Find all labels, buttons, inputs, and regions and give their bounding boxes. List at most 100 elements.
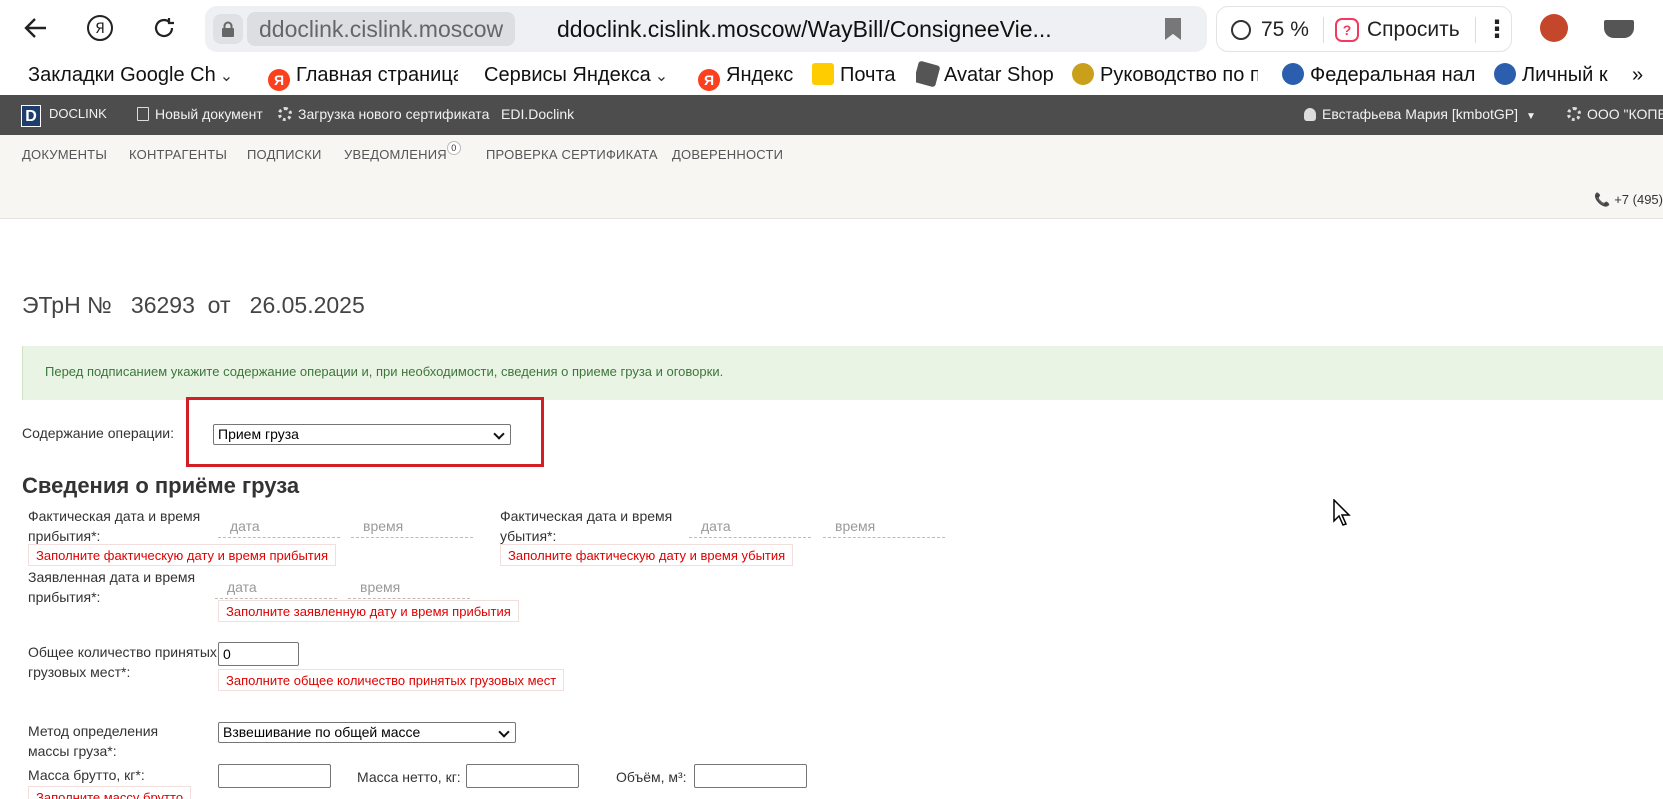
site-header: D DOCLINK Новый документ Загрузка нового… [0,95,1663,135]
lock-icon[interactable] [213,14,243,44]
chevron-down-icon: ⌄ [219,68,234,85]
section-title: Сведения о приёме груза [22,473,300,498]
mass-method-label: Метод определения массы груза*: [28,723,159,759]
yandex-icon: Я [698,69,720,91]
back-arrow-icon[interactable] [18,10,54,46]
bookmark-personal[interactable]: Личный к [1494,56,1636,94]
declared-arrival-error: Заполните заявленную дату и время прибыт… [218,600,519,622]
zoom-level[interactable]: 75 % [1261,7,1309,53]
nav-notifications-label: УВЕДОМЛЕНИЯ [344,147,447,162]
info-alert: Перед подписанием укажите содержание опе… [22,346,1663,400]
actual-departure-error: Заполните фактическую дату и время убыти… [500,544,794,566]
divider [1475,17,1476,43]
svg-text:Я: Я [95,21,105,37]
bookmark-label: Закладки Google Ch [28,64,216,86]
declared-arrival-date-input[interactable]: дата [215,577,337,599]
nav-documents[interactable]: ДОКУМЕНТЫ [22,147,107,162]
mass-method-select-value: Взвешивание по общей массе [223,724,421,740]
declared-arrival-time-input[interactable]: время [348,577,470,599]
caret-down-icon: ▼ [1526,111,1536,122]
user-menu[interactable]: Евстафьева Мария [kmbotGP] ▼ [1304,95,1536,136]
mouse-cursor-icon [1333,499,1351,526]
bookmark-label: Avatar Shop [944,64,1054,86]
total-places-label: Общее количество принятых грузовых мест*… [28,644,217,680]
info-alert-text: Перед подписанием укажите содержание опе… [45,364,724,379]
browser-tools: 75 % ? Спросить ⋮ [1216,6,1512,52]
nav-notifications[interactable]: УВЕДОМЛЕНИЯ 0 [344,141,461,162]
url-text[interactable]: ddoclink.cislink.moscow/WayBill/Consigne… [557,6,1052,52]
actual-arrival-label: Фактическая дата и время прибытия*: [28,508,201,544]
organization-name: ООО "КОПЕ [1587,106,1663,122]
bookmark-yandex-services[interactable]: Сервисы Яндекса ⌄ [484,56,674,94]
edi-doclink-link[interactable]: EDI.Doclink [501,95,574,133]
bookmark-label: Личный к [1522,64,1608,86]
net-mass-label: Масса нетто, кг: [357,769,461,785]
bookmark-federal-tax[interactable]: Федеральная нал [1282,56,1476,94]
bookmark-label: Федеральная нал [1310,64,1476,86]
phone-number: +7 (495) [1614,192,1663,207]
address-bar[interactable]: ddoclink.cislink.moscow ddoclink.cislink… [205,6,1207,52]
actual-arrival-error: Заполните фактическую дату и время прибы… [28,544,337,566]
main-nav: ДОКУМЕНТЫ КОНТРАГЕНТЫ ПОДПИСКИ УВЕДОМЛЕН… [0,135,1663,219]
gear-icon [278,107,292,121]
gear-icon [1072,63,1094,85]
bookmark-avatar-shop[interactable]: Avatar Shop [916,56,1058,94]
nav-powers-of-attorney[interactable]: ДОВЕРЕННОСТИ [672,147,783,162]
upload-certificate-link[interactable]: Загрузка нового сертификата [278,95,489,133]
downloads-tray-icon[interactable] [1604,20,1634,38]
nav-counterparties[interactable]: КОНТРАГЕНТЫ [129,147,227,162]
organization-menu[interactable]: ООО "КОПЕ [1567,95,1663,133]
ask-button[interactable]: Спросить [1367,7,1460,53]
new-document-label: Новый документ [155,106,263,122]
document-icon [137,107,149,121]
chevron-down-icon: ⌄ [654,68,669,85]
divider [1323,17,1324,43]
new-document-link[interactable]: Новый документ [137,95,263,133]
profile-avatar-icon[interactable] [1540,14,1568,42]
zoom-icon[interactable] [1231,20,1251,40]
upload-certificate-label: Загрузка нового сертификата [298,106,490,122]
url-domain[interactable]: ddoclink.cislink.moscow [247,12,516,46]
nalog-icon [1282,63,1304,85]
actual-arrival-time-input[interactable]: время [351,516,473,538]
volume-input[interactable] [694,764,807,788]
gross-mass-input[interactable] [218,764,331,788]
reload-icon[interactable] [146,10,182,46]
phone-contact[interactable]: 📞 +7 (495) [1594,192,1663,208]
browser-toolbar: Я ddoclink.cislink.moscow ddoclink.cisli… [0,0,1663,56]
mail-icon [812,63,834,85]
total-places-input[interactable]: 0 [218,642,299,666]
bookmark-mail[interactable]: Почта [812,56,902,94]
menu-icon[interactable]: ⋮ [1485,7,1509,53]
phone-icon: 📞 [1594,192,1611,207]
bookmarks-more-icon[interactable]: » [1632,56,1656,94]
bookmark-icon[interactable] [1165,18,1181,40]
roblox-icon [916,60,941,88]
actual-departure-time-input[interactable]: время [823,516,945,538]
bookmark-yandex[interactable]: Я Яндекс [698,56,798,94]
bookmark-label: Главная страница [296,64,458,86]
nav-subscriptions[interactable]: ПОДПИСКИ [247,147,322,162]
bookmark-label: Сервисы Яндекса [484,64,651,86]
bookmark-guide[interactable]: Руководство по п [1072,56,1258,94]
operation-label: Содержание операции: [22,425,174,441]
brand-name[interactable]: DOCLINK [49,95,107,133]
gear-icon [1567,107,1581,121]
bookmark-main-page[interactable]: Я Главная страница [268,56,458,94]
yandex-home-icon[interactable]: Я [82,10,118,46]
actual-departure-date-input[interactable]: дата [689,516,811,538]
actual-departure-label: Фактическая дата и время убытия*: [500,508,673,544]
net-mass-input[interactable] [466,764,579,788]
actual-arrival-date-input[interactable]: дата [218,516,340,538]
bookmark-google[interactable]: Закладки Google Ch ⌄ [28,56,240,94]
ask-icon[interactable]: ? [1335,18,1359,42]
page-title: ЭТрН № 36293 от 26.05.2025 [22,292,365,318]
mass-method-select[interactable]: Взвешивание по общей массе [218,722,516,743]
bookmarks-bar: Закладки Google Ch ⌄ Я Главная страница Се… [0,56,1663,94]
gross-mass-label: Масса брутто, кг*: [28,767,145,783]
bookmark-label: Почта [840,64,896,86]
nav-certificate-check[interactable]: ПРОВЕРКА СЕРТИФИКАТА [486,147,658,162]
doclink-logo-icon[interactable]: D [21,105,41,127]
total-places-error: Заполните общее количество принятых груз… [218,669,565,691]
user-name: Евстафьева Мария [kmbotGP] [1322,106,1519,122]
